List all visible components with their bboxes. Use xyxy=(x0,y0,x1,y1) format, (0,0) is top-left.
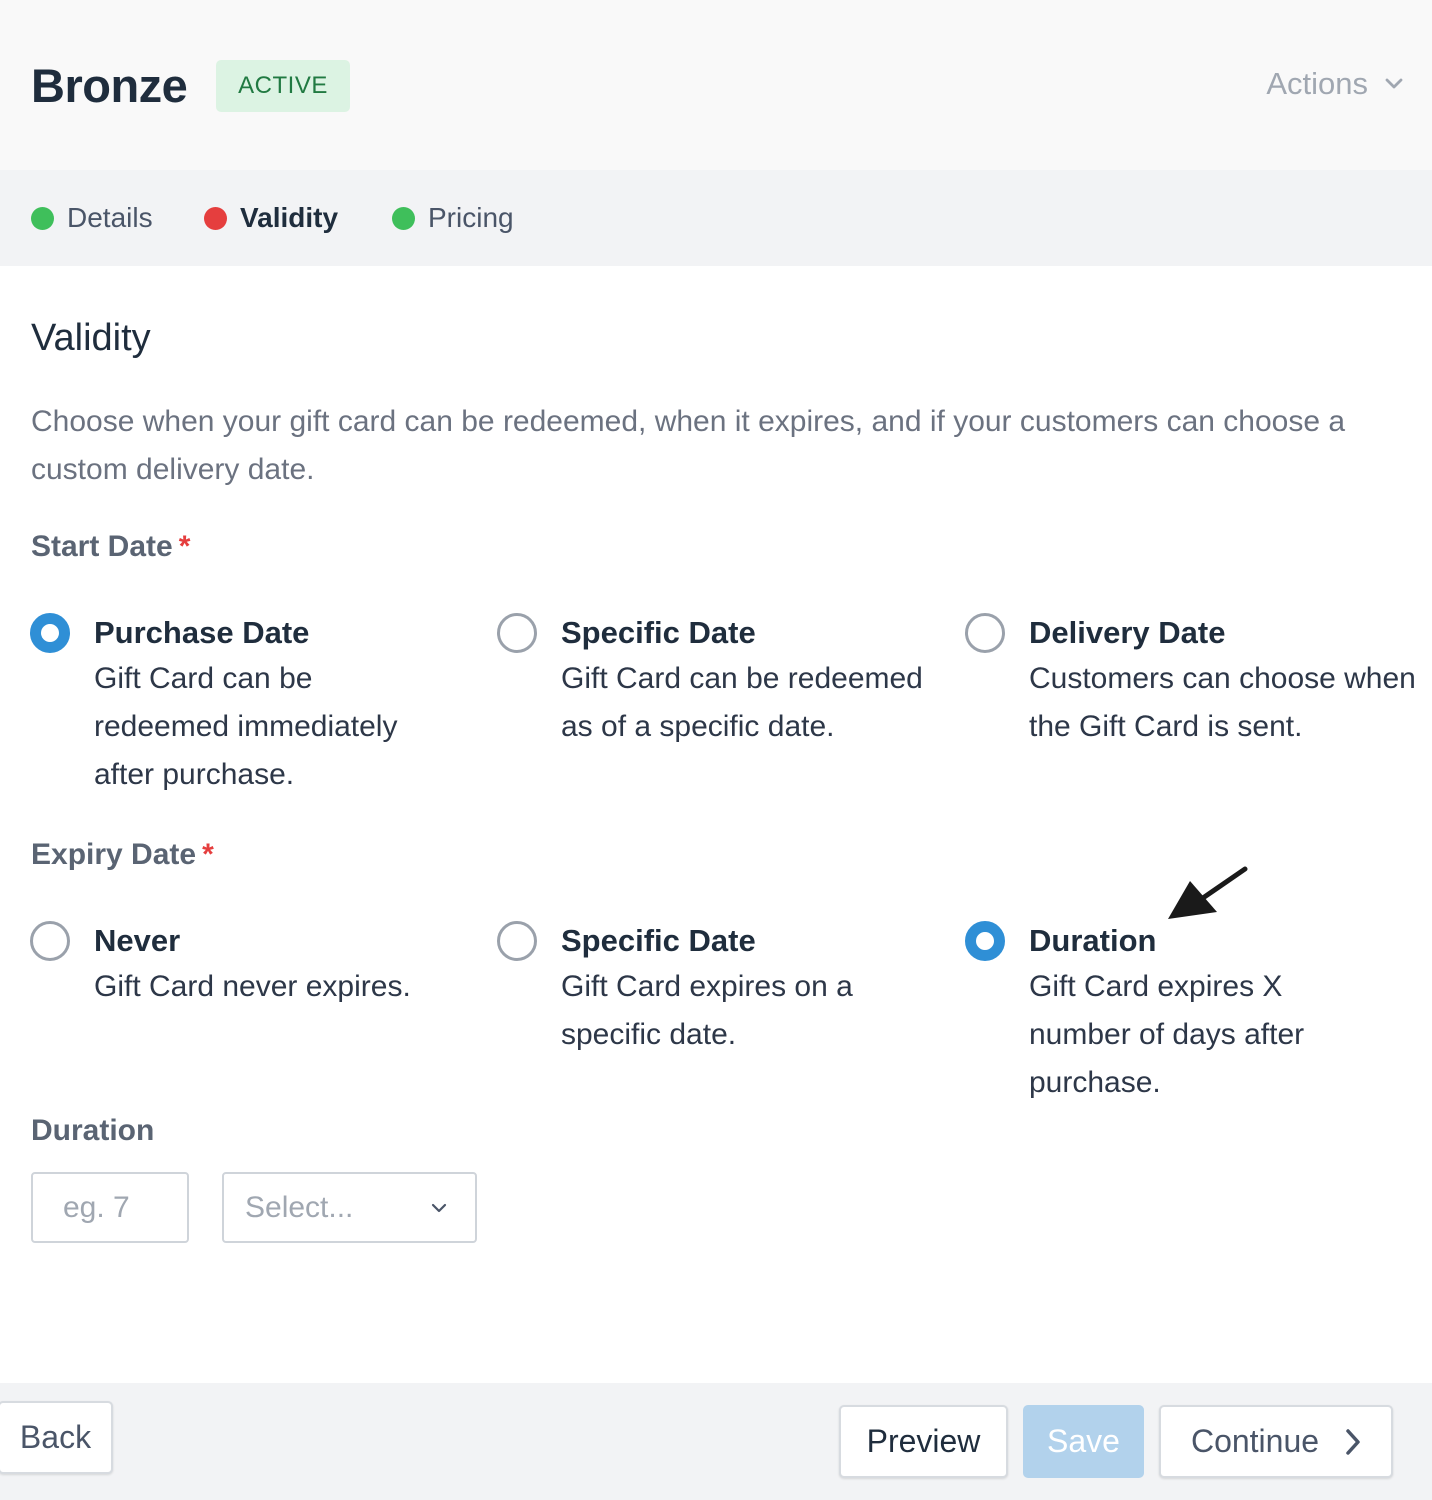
chevron-right-icon xyxy=(1346,1428,1360,1455)
start-option-specific-date[interactable]: Specific Date Gift Card can be redeemed … xyxy=(497,611,923,751)
required-marker: * xyxy=(202,838,214,871)
status-badge: ACTIVE xyxy=(216,60,350,112)
status-dot-icon xyxy=(392,206,415,230)
expiry-option-never[interactable]: Never Gift Card never expires. xyxy=(30,919,450,1011)
start-option-purchase-date[interactable]: Purchase Date Gift Card can be redeemed … xyxy=(30,611,450,799)
radio-button[interactable] xyxy=(30,613,70,653)
option-title: Specific Date xyxy=(561,923,756,958)
option-description: Gift Card can be redeemed as of a specif… xyxy=(561,662,923,743)
continue-label: Continue xyxy=(1190,1423,1320,1459)
start-date-label-text: Start Date xyxy=(31,530,173,563)
actions-dropdown[interactable]: Actions xyxy=(1266,66,1404,102)
option-description: Gift Card expires X number of days after… xyxy=(1029,970,1305,1099)
option-description: Gift Card can be redeemed immediately af… xyxy=(94,662,398,791)
continue-button[interactable]: Continue xyxy=(1159,1405,1393,1478)
preview-button[interactable]: Preview xyxy=(839,1405,1008,1478)
select-placeholder: Select... xyxy=(245,1190,354,1224)
option-title: Duration xyxy=(1029,923,1157,958)
option-description: Gift Card never expires. xyxy=(94,970,411,1003)
radio-button[interactable] xyxy=(30,921,70,961)
duration-input[interactable] xyxy=(31,1172,189,1243)
actions-label: Actions xyxy=(1266,66,1368,101)
footer-bar: Back Preview Save Continue xyxy=(0,1383,1432,1500)
step-validity[interactable]: Validity xyxy=(204,170,338,266)
expiry-option-duration[interactable]: Duration Gift Card expires X number of d… xyxy=(965,919,1425,1107)
option-title: Never xyxy=(94,923,181,958)
radio-button[interactable] xyxy=(965,613,1005,653)
page-header: Bronze ACTIVE Actions xyxy=(0,0,1432,170)
option-title: Purchase Date xyxy=(94,615,310,650)
radio-button[interactable] xyxy=(965,921,1005,961)
step-label: Validity xyxy=(240,202,339,233)
expiry-date-label-text: Expiry Date xyxy=(31,838,197,871)
start-option-delivery-date[interactable]: Delivery Date Customers can choose when … xyxy=(965,611,1425,751)
status-dot-icon xyxy=(31,206,54,230)
step-navigation: Details Validity Pricing xyxy=(0,170,1432,266)
radio-button[interactable] xyxy=(497,921,537,961)
chevron-down-icon xyxy=(431,1203,447,1212)
required-marker: * xyxy=(178,530,191,563)
expiry-option-specific-date[interactable]: Specific Date Gift Card expires on a spe… xyxy=(497,919,917,1059)
page-title: Bronze xyxy=(31,59,188,112)
step-details[interactable]: Details xyxy=(31,170,153,266)
option-description: Gift Card expires on a specific date. xyxy=(561,970,853,1051)
option-description: Customers can choose when the Gift Card … xyxy=(1029,662,1416,743)
back-button[interactable]: Back xyxy=(0,1401,113,1474)
section-description: Choose when your gift card can be redeem… xyxy=(31,405,1346,486)
annotation-arrow-icon xyxy=(1168,866,1248,919)
chevron-down-icon xyxy=(1385,78,1403,89)
status-dot-icon xyxy=(204,206,227,230)
option-title: Delivery Date xyxy=(1029,615,1226,650)
section-title: Validity xyxy=(31,317,151,359)
step-label: Pricing xyxy=(428,202,514,233)
step-pricing[interactable]: Pricing xyxy=(392,170,514,266)
duration-label: Duration xyxy=(31,1114,155,1147)
radio-button[interactable] xyxy=(497,613,537,653)
option-title: Specific Date xyxy=(561,615,756,650)
duration-unit-select[interactable]: Select... xyxy=(222,1172,477,1243)
start-date-label: Start Date * xyxy=(31,530,190,564)
step-label: Details xyxy=(67,202,153,233)
expiry-date-label: Expiry Date * xyxy=(31,838,214,872)
save-button[interactable]: Save xyxy=(1023,1405,1144,1478)
